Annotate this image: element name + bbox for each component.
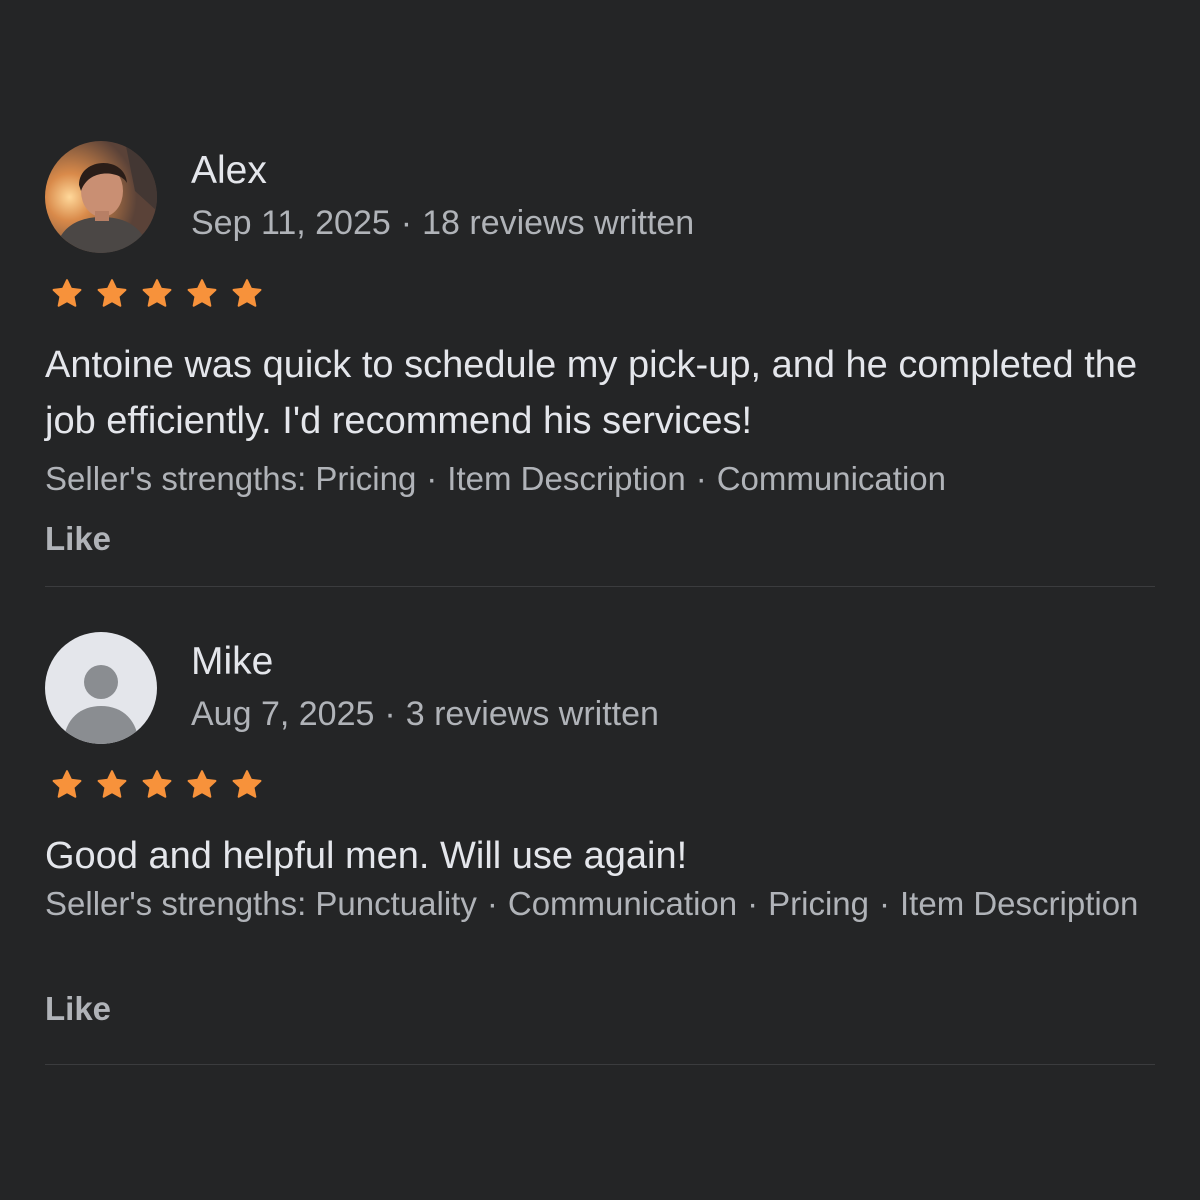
reviewer-name[interactable]: Alex — [191, 149, 267, 193]
strength-tag: Pricing — [315, 460, 417, 497]
separator-dot: · — [426, 460, 438, 497]
strength-tag: Item Description — [447, 460, 686, 497]
star-icon — [180, 277, 224, 311]
star-icon — [90, 768, 134, 802]
star-icon — [225, 768, 269, 802]
reviewer-name[interactable]: Mike — [191, 640, 273, 684]
like-button[interactable]: Like — [45, 989, 111, 1029]
review-text: Good and helpful men. Will use again! — [45, 835, 688, 877]
star-icon — [135, 768, 179, 802]
default-avatar-icon[interactable] — [45, 632, 157, 744]
star-rating — [45, 277, 269, 311]
review-text: Antoine was quick to schedule my pick-up… — [45, 344, 1138, 442]
strength-tag: Communication — [716, 460, 946, 497]
star-icon — [45, 768, 89, 802]
review-date: Aug 7, 2025 — [191, 695, 375, 733]
separator-dot: · — [695, 460, 707, 497]
strength-tag: Punctuality — [315, 885, 477, 922]
seller-strengths: Seller's strengths: Punctuality · Communic… — [45, 881, 1145, 926]
strengths-label: Seller's strengths: — [45, 460, 316, 497]
review-meta: Sep 11, 2025 · 18 reviews written — [191, 203, 694, 243]
review-date: Sep 11, 2025 — [191, 204, 391, 242]
review-card: Mike Aug 7, 2025 · 3 reviews written Good … — [45, 632, 1155, 1065]
separator-dot: · — [747, 885, 759, 922]
reviews-list: Alex Sep 11, 2025 · 18 reviews written Ant… — [45, 141, 1155, 1065]
review-card: Alex Sep 11, 2025 · 18 reviews written Ant… — [45, 141, 1155, 587]
review-meta: Aug 7, 2025 · 3 reviews written — [191, 694, 659, 734]
star-icon — [45, 277, 89, 311]
reviewer-avatar[interactable] — [45, 141, 157, 253]
strength-tag: Communication — [507, 885, 738, 922]
star-icon — [90, 277, 134, 311]
strengths-label: Seller's strengths: — [45, 885, 316, 922]
strength-tag: Pricing — [768, 885, 869, 922]
separator-dot: · — [384, 695, 396, 733]
seller-strengths: Seller's strengths: Pricing · Item Descrip… — [45, 456, 1145, 501]
star-rating — [45, 768, 269, 802]
separator-dot: · — [486, 885, 498, 922]
star-icon — [180, 768, 224, 802]
like-button[interactable]: Like — [45, 519, 111, 559]
reviews-written-count: 3 reviews written — [405, 695, 659, 733]
star-icon — [135, 277, 179, 311]
separator-dot: · — [400, 204, 413, 242]
separator-dot: · — [879, 885, 890, 922]
strength-tag: Item Description — [900, 885, 1139, 922]
star-icon — [225, 277, 269, 311]
reviews-written-count: 18 reviews written — [422, 204, 695, 242]
